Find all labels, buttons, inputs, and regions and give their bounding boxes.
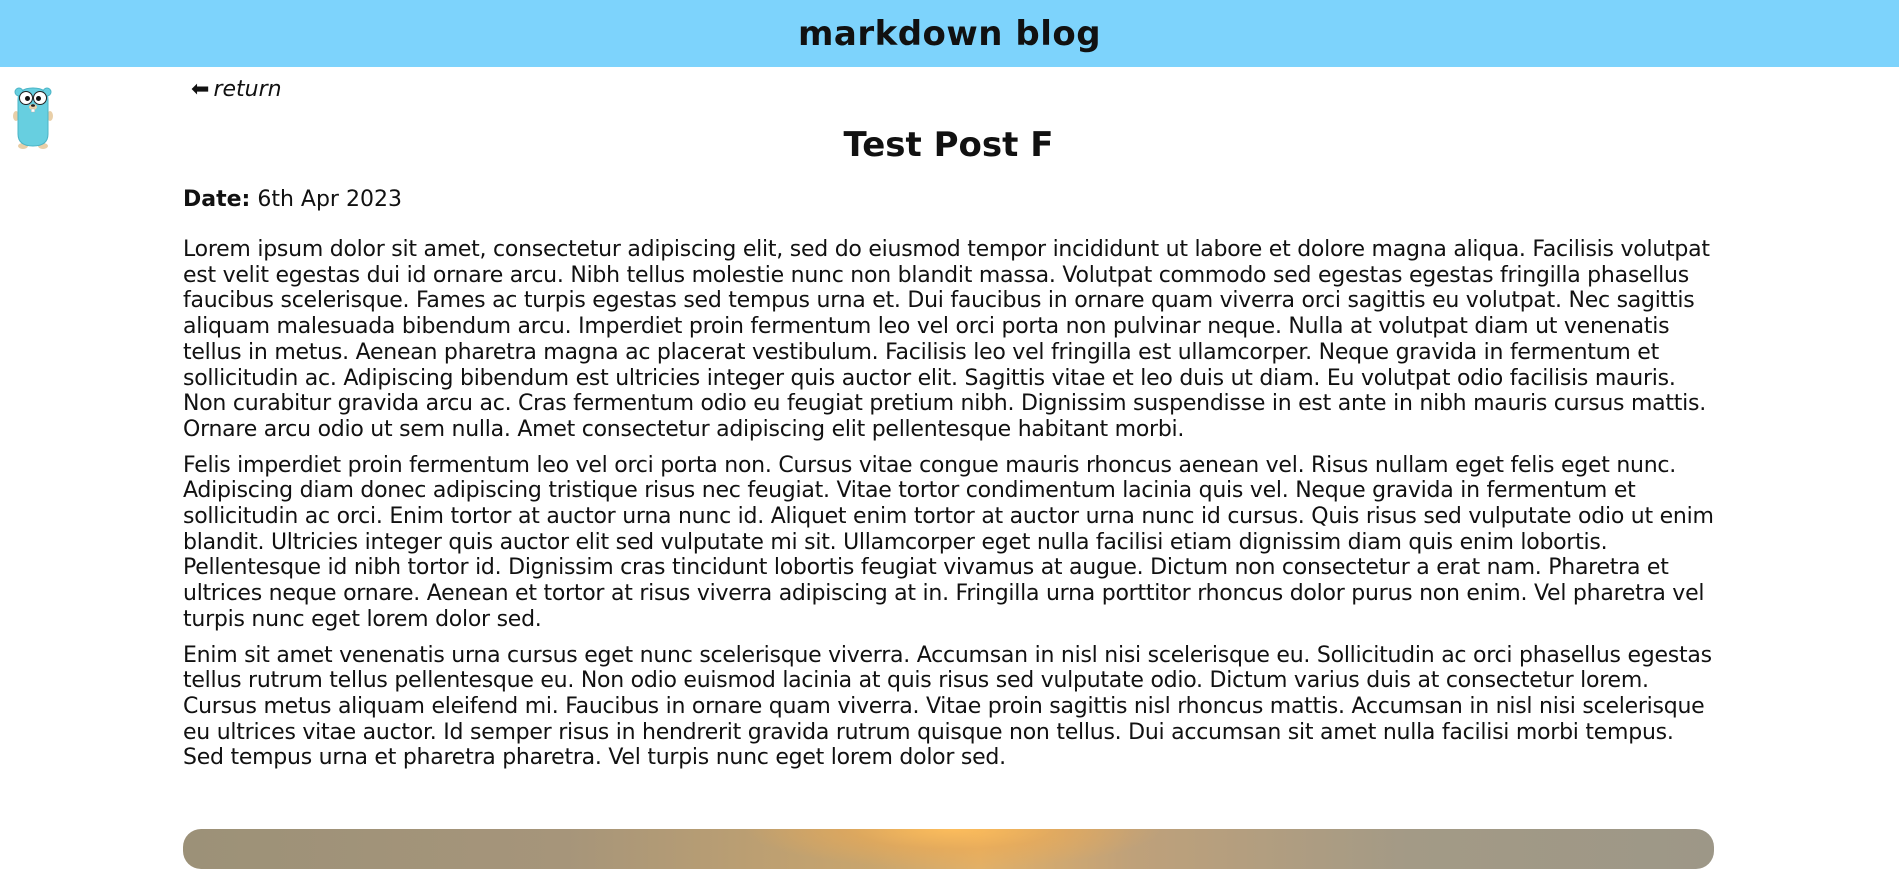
arrow-left-icon: ⬅ <box>191 77 210 102</box>
site-header: markdown blog <box>0 0 1899 67</box>
post-title: Test Post F <box>843 125 1054 165</box>
site-title: markdown blog <box>797 13 1102 54</box>
post-paragraph: Enim sit amet venenatis urna cursus eget… <box>183 642 1712 771</box>
post-paragraph: Felis imperdiet proin fermentum leo vel … <box>183 452 1714 632</box>
post-body: Lorem ipsum dolor sit amet, consectetur … <box>183 237 1714 781</box>
date-label: Date: <box>183 187 251 212</box>
gopher-icon <box>13 87 53 149</box>
post-paragraph: Lorem ipsum dolor sit amet, consectetur … <box>183 237 1710 442</box>
return-label: return <box>213 77 282 102</box>
return-link[interactable]: ⬅ return <box>191 77 282 102</box>
post-date: Date: 6th Apr 2023 <box>183 187 402 212</box>
post-image <box>183 829 1714 869</box>
date-value: 6th Apr 2023 <box>257 187 402 212</box>
